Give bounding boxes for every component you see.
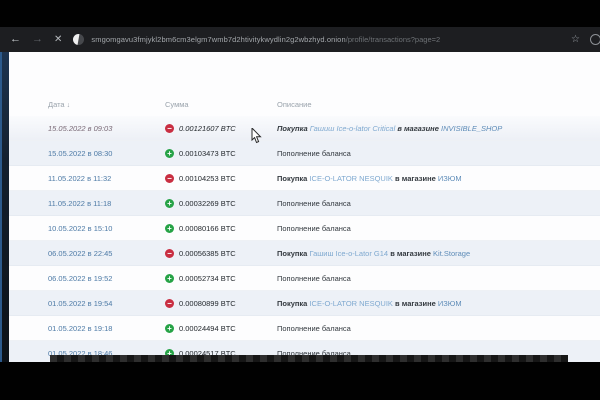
in-shop-label: в магазине bbox=[395, 174, 436, 183]
header-date[interactable]: Дата↓ bbox=[48, 100, 165, 109]
transaction-amount: 0.00024494 BTC bbox=[179, 324, 236, 333]
profile-avatar-icon[interactable] bbox=[590, 34, 600, 45]
transactions-table: Дата↓ Сумма Описание 15.05.2022 в 09:03 … bbox=[9, 92, 600, 362]
in-shop-label: в магазине bbox=[397, 124, 439, 133]
forward-button[interactable]: → bbox=[32, 34, 43, 45]
topup-label: Пополнение баланса bbox=[277, 224, 351, 233]
product-link[interactable]: ICE-O-LATOR NESQUIK bbox=[309, 174, 393, 183]
video-scrubber-strip[interactable] bbox=[50, 355, 568, 362]
plus-icon: + bbox=[165, 199, 174, 208]
product-link[interactable]: Гашиш Ice-o-lator Critical bbox=[310, 124, 395, 133]
transaction-description: Пополнение баланса bbox=[277, 224, 600, 233]
transaction-description: Покупка ICE-O-LATOR NESQUIK в магазине И… bbox=[277, 174, 600, 183]
transaction-date-link[interactable]: 01.05.2022 в 19:18 bbox=[48, 324, 112, 333]
minus-icon: − bbox=[165, 249, 174, 258]
url-host: smgomgavu3fmjykl2bm6cm3elgm7wmb7d2htivit… bbox=[91, 35, 345, 44]
letterbox-top bbox=[0, 0, 600, 27]
table-row[interactable]: 15.05.2022 в 09:03 − 0.00121607 BTC Поку… bbox=[9, 116, 600, 141]
transaction-amount: 0.00052734 BTC bbox=[179, 274, 236, 283]
table-row[interactable]: 11.05.2022 в 11:18 + 0.00032269 BTC Попо… bbox=[9, 191, 600, 216]
minus-icon: − bbox=[165, 174, 174, 183]
plus-icon: + bbox=[165, 149, 174, 158]
transaction-date-link[interactable]: 15.05.2022 в 08:30 bbox=[48, 149, 112, 158]
transaction-description: Пополнение баланса bbox=[277, 149, 600, 158]
in-shop-label: в магазине bbox=[390, 249, 431, 258]
topup-label: Пополнение баланса bbox=[277, 149, 351, 158]
table-row[interactable]: 15.05.2022 в 08:30 + 0.00103473 BTC Попо… bbox=[9, 141, 600, 166]
letterbox-bottom bbox=[0, 362, 600, 400]
table-row[interactable]: 06.05.2022 в 19:52 + 0.00052734 BTC Попо… bbox=[9, 266, 600, 291]
purchase-label: Покупка bbox=[277, 124, 308, 133]
plus-icon: + bbox=[165, 324, 174, 333]
transaction-date-link[interactable]: 06.05.2022 в 19:52 bbox=[48, 274, 112, 283]
transaction-date-link[interactable]: 06.05.2022 в 22:45 bbox=[48, 249, 112, 258]
transaction-amount: 0.00032269 BTC bbox=[179, 199, 236, 208]
transaction-date-link[interactable]: 10.05.2022 в 15:10 bbox=[48, 224, 112, 233]
shop-link[interactable]: INVISIBLE_SHOP bbox=[441, 124, 502, 133]
shop-link[interactable]: ИЗЮМ bbox=[438, 174, 462, 183]
browser-toolbar: ← → ✕ smgomgavu3fmjykl2bm6cm3elgm7wmb7d2… bbox=[0, 27, 600, 52]
table-row[interactable]: 01.05.2022 в 19:54 − 0.00080899 BTC Поку… bbox=[9, 291, 600, 316]
transactions-body: 15.05.2022 в 09:03 − 0.00121607 BTC Поку… bbox=[9, 116, 600, 362]
topup-label: Пополнение баланса bbox=[277, 274, 351, 283]
mouse-cursor bbox=[251, 128, 263, 145]
topup-label: Пополнение баланса bbox=[277, 199, 351, 208]
minus-icon: − bbox=[165, 299, 174, 308]
site-info-icon[interactable] bbox=[73, 34, 84, 45]
purchase-label: Покупка bbox=[277, 249, 307, 258]
shop-link[interactable]: ИЗЮМ bbox=[438, 299, 462, 308]
in-shop-label: в магазине bbox=[395, 299, 436, 308]
back-button[interactable]: ← bbox=[10, 34, 21, 45]
transaction-description: Пополнение баланса bbox=[277, 199, 600, 208]
plus-icon: + bbox=[165, 274, 174, 283]
video-frame: ← → ✕ smgomgavu3fmjykl2bm6cm3elgm7wmb7d2… bbox=[0, 0, 600, 400]
table-row[interactable]: 10.05.2022 в 15:10 + 0.00080166 BTC Попо… bbox=[9, 216, 600, 241]
transaction-description: Пополнение баланса bbox=[277, 274, 600, 283]
transaction-amount: 0.00104253 BTC bbox=[179, 174, 236, 183]
transaction-description: Покупка Гашиш Ice-o-lator Critical в маг… bbox=[277, 124, 600, 133]
header-amount[interactable]: Сумма bbox=[165, 100, 277, 109]
transaction-description: Покупка Гашиш Ice-o-Lator G14 в магазине… bbox=[277, 249, 600, 258]
stop-button[interactable]: ✕ bbox=[54, 35, 62, 45]
topup-label: Пополнение баланса bbox=[277, 324, 351, 333]
header-description[interactable]: Описание bbox=[277, 100, 600, 109]
transaction-amount: 0.00080166 BTC bbox=[179, 224, 236, 233]
transaction-date-link[interactable]: 15.05.2022 в 09:03 bbox=[48, 124, 112, 133]
transaction-description: Пополнение баланса bbox=[277, 324, 600, 333]
bookmark-star-icon[interactable]: ☆ bbox=[571, 34, 580, 45]
transactions-page: Дата↓ Сумма Описание 15.05.2022 в 09:03 … bbox=[9, 52, 600, 362]
product-link[interactable]: Гашиш Ice-o-Lator G14 bbox=[309, 249, 388, 258]
transaction-amount: 0.00080899 BTC bbox=[179, 299, 236, 308]
plus-icon: + bbox=[165, 224, 174, 233]
table-row[interactable]: 06.05.2022 в 22:45 − 0.00056385 BTC Поку… bbox=[9, 241, 600, 266]
transaction-amount: 0.00056385 BTC bbox=[179, 249, 236, 258]
transaction-date-link[interactable]: 11.05.2022 в 11:18 bbox=[48, 199, 111, 208]
product-link[interactable]: ICE-O-LATOR NESQUIK bbox=[309, 299, 393, 308]
minus-icon: − bbox=[165, 124, 174, 133]
purchase-label: Покупка bbox=[277, 174, 307, 183]
table-row[interactable]: 11.05.2022 в 11:32 − 0.00104253 BTC Поку… bbox=[9, 166, 600, 191]
transaction-date-link[interactable]: 11.05.2022 в 11:32 bbox=[48, 174, 111, 183]
table-header-row: Дата↓ Сумма Описание bbox=[9, 92, 600, 116]
purchase-label: Покупка bbox=[277, 299, 307, 308]
desktop-edge-strip bbox=[0, 52, 9, 362]
url-path: /profile/transactions?page=2 bbox=[346, 35, 440, 44]
shop-link[interactable]: Kit.Storage bbox=[433, 249, 470, 258]
transaction-amount: 0.00103473 BTC bbox=[179, 149, 236, 158]
transaction-description: Покупка ICE-O-LATOR NESQUIK в магазине И… bbox=[277, 299, 600, 308]
address-bar[interactable]: smgomgavu3fmjykl2bm6cm3elgm7wmb7d2htivit… bbox=[91, 35, 563, 44]
table-row[interactable]: 01.05.2022 в 19:18 + 0.00024494 BTC Попо… bbox=[9, 316, 600, 341]
transaction-amount: 0.00121607 BTC bbox=[179, 124, 236, 133]
sort-desc-icon: ↓ bbox=[67, 102, 71, 109]
transaction-date-link[interactable]: 01.05.2022 в 19:54 bbox=[48, 299, 112, 308]
